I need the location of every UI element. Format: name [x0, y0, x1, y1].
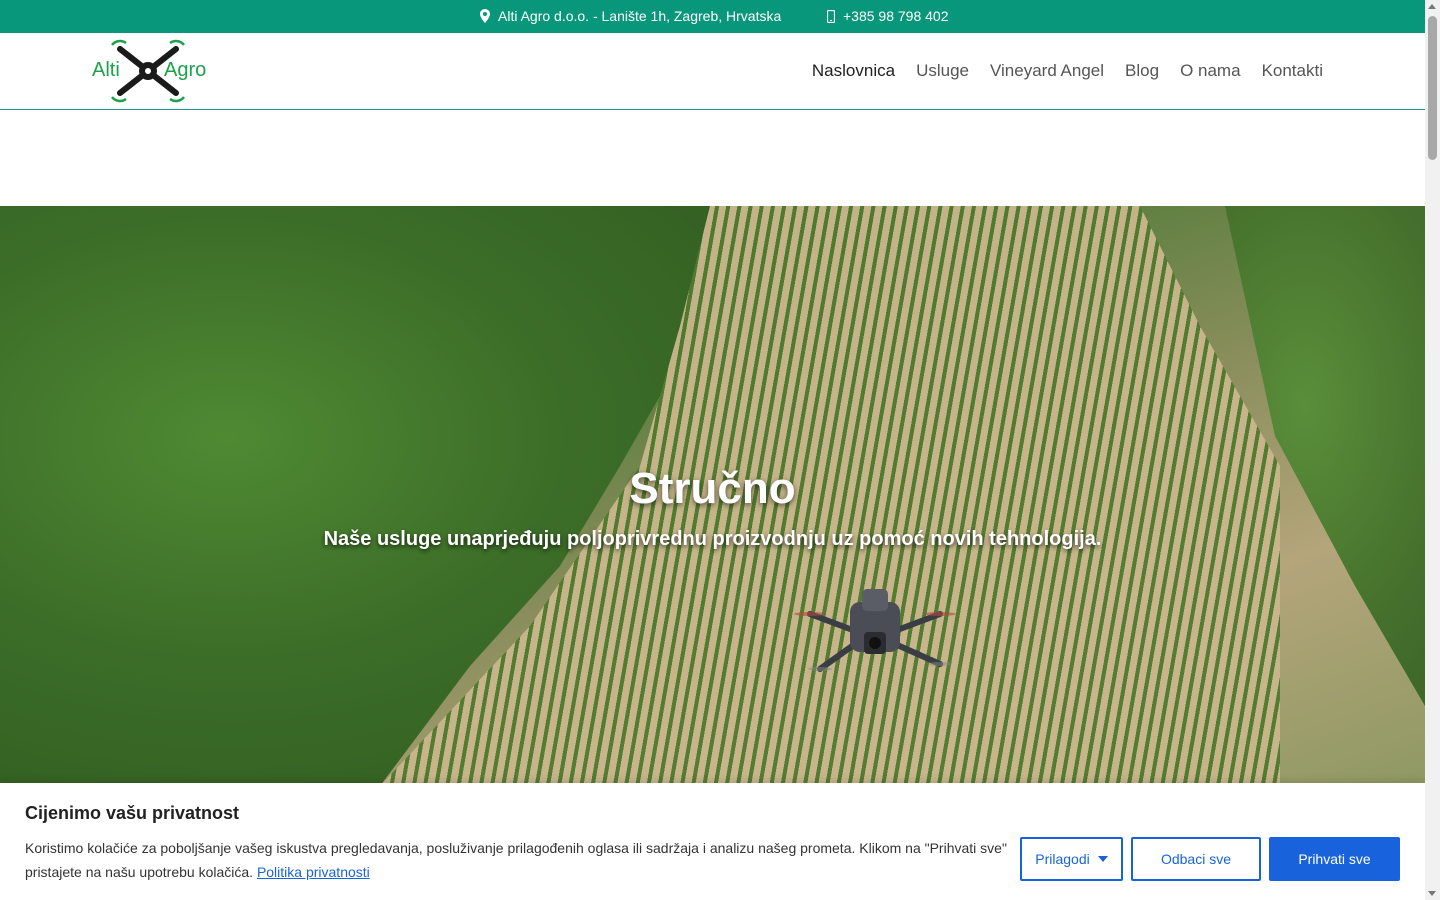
accept-all-button[interactable]: Prihvati sve — [1269, 837, 1400, 881]
cookie-consent-banner: Cijenimo vašu privatnost Koristimo kolač… — [0, 783, 1425, 900]
reject-all-button[interactable]: Odbaci sve — [1131, 837, 1261, 881]
nav-item-o-nama[interactable]: O nama — [1180, 61, 1240, 81]
phone-text[interactable]: +385 98 798 402 — [843, 8, 949, 24]
top-info-bar: Alti Agro d.o.o. - Lanište 1h, Zagreb, H… — [0, 0, 1425, 33]
scrollbar-thumb[interactable] — [1428, 16, 1437, 160]
caret-down-icon — [1097, 856, 1108, 862]
phone-item[interactable]: +385 98 798 402 — [827, 8, 949, 24]
address-text: Alti Agro d.o.o. - Lanište 1h, Zagreb, H… — [498, 8, 782, 24]
cookie-text-block: Koristimo kolačiće za poboljšanje vašeg … — [25, 836, 1010, 884]
cookie-title: Cijenimo vašu privatnost — [25, 803, 240, 823]
site-header: Alti Agro Naslovnica Usluge Vineyard Ang… — [0, 33, 1425, 110]
scroll-up-arrow-icon[interactable] — [1428, 4, 1436, 9]
main-nav: Naslovnica Usluge Vineyard Angel Blog O … — [812, 61, 1323, 81]
page: Alti Agro d.o.o. - Lanište 1h, Zagreb, H… — [0, 0, 1425, 900]
hero-subtitle: Naše usluge unaprjeđuju poljoprivrednu p… — [323, 528, 1102, 550]
nav-item-blog[interactable]: Blog — [1125, 61, 1159, 81]
address-item: Alti Agro d.o.o. - Lanište 1h, Zagreb, H… — [480, 8, 781, 24]
customize-button[interactable]: Prilagodi — [1020, 837, 1123, 881]
drone-image — [794, 589, 956, 672]
hero-banner: Stručno Naše usluge unaprjeđuju poljopri… — [0, 206, 1425, 786]
mobile-phone-icon — [827, 9, 835, 23]
hero-title: Stručno — [629, 464, 796, 513]
nav-item-naslovnica[interactable]: Naslovnica — [812, 61, 895, 81]
cookie-text: Koristimo kolačiće za poboljšanje vašeg … — [25, 840, 1007, 880]
privacy-policy-link[interactable]: Politika privatnosti — [257, 864, 370, 880]
map-pin-icon — [480, 9, 490, 23]
nav-item-usluge[interactable]: Usluge — [916, 61, 969, 81]
customize-label: Prilagodi — [1035, 851, 1090, 867]
nav-item-vineyard-angel[interactable]: Vineyard Angel — [990, 61, 1104, 81]
nav-item-kontakti[interactable]: Kontakti — [1262, 61, 1323, 81]
scroll-down-arrow-icon[interactable] — [1428, 891, 1436, 896]
logo-text-right: Agro — [164, 59, 207, 81]
page-scrollbar[interactable] — [1425, 0, 1440, 900]
logo-text-left: Alti — [92, 59, 120, 81]
logo[interactable]: Alti Agro — [90, 39, 206, 103]
